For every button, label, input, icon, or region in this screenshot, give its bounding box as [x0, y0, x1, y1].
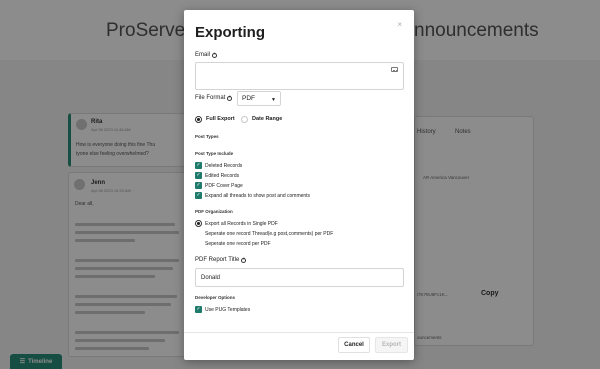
record-per-pdf-label[interactable]: Seperate one record per PDF — [205, 241, 271, 247]
deleted-records-checkbox[interactable]: ✓ — [195, 162, 202, 169]
full-export-label[interactable]: Full Export — [206, 116, 235, 122]
developer-options-heading: Developer Options — [195, 295, 236, 300]
pdf-cover-page-label: PDF Cover Page — [205, 182, 243, 189]
file-format-select[interactable]: PDF ▼ — [237, 91, 281, 106]
email-label: Email ? — [195, 52, 218, 58]
keyboard-icon[interactable] — [391, 67, 398, 72]
export-dialog: Exporting × Email ? File Format ? PDF ▼ … — [184, 10, 414, 360]
footer-divider — [184, 332, 414, 333]
file-format-label: File Format ? — [195, 95, 233, 101]
pdf-report-title-input[interactable]: Donald — [195, 268, 404, 287]
file-format-value: PDF — [242, 95, 255, 102]
pdf-organization-heading: PDF Organization — [195, 209, 233, 214]
cancel-button[interactable]: Cancel — [338, 337, 370, 353]
date-range-label[interactable]: Date Range — [252, 116, 282, 122]
deleted-records-label: Deleted Records — [205, 162, 243, 169]
close-icon[interactable]: × — [397, 20, 402, 29]
dialog-title: Exporting — [195, 24, 265, 41]
pdf-report-title-label-text: PDF Report Title — [195, 257, 240, 263]
help-icon[interactable]: ? — [227, 95, 233, 101]
pug-templates-checkbox[interactable]: ✓ — [195, 306, 202, 313]
export-button[interactable]: Export — [375, 337, 408, 353]
thread-per-pdf-radio[interactable] — [195, 230, 202, 237]
email-field[interactable] — [195, 62, 404, 90]
single-pdf-radio[interactable] — [195, 220, 202, 227]
help-icon[interactable]: ? — [241, 257, 247, 263]
email-label-text: Email — [195, 52, 211, 58]
file-format-label-text: File Format — [195, 95, 226, 101]
post-types-heading: Post Types — [195, 134, 219, 139]
pdf-report-title-label: PDF Report Title ? — [195, 257, 247, 263]
post-type-include-heading: Post Type Include — [195, 151, 234, 156]
chevron-down-icon: ▼ — [271, 97, 276, 103]
record-per-pdf-radio[interactable] — [195, 240, 202, 247]
pdf-cover-page-checkbox[interactable]: ✓ — [195, 182, 202, 189]
edited-records-checkbox[interactable]: ✓ — [195, 172, 202, 179]
pug-templates-label: Use PUG Templates — [205, 306, 251, 313]
help-icon[interactable]: ? — [212, 52, 218, 58]
expand-threads-checkbox[interactable]: ✓ — [195, 192, 202, 199]
expand-threads-label: Expand all threads to show post and comm… — [205, 192, 311, 199]
full-export-radio[interactable] — [195, 116, 202, 123]
single-pdf-label[interactable]: Export all Records in Single PDF — [205, 221, 278, 227]
thread-per-pdf-label[interactable]: Seperate one record Thread(e.g post,comm… — [205, 231, 333, 237]
edited-records-label: Edited Records — [205, 172, 240, 179]
date-range-radio[interactable] — [241, 116, 248, 123]
